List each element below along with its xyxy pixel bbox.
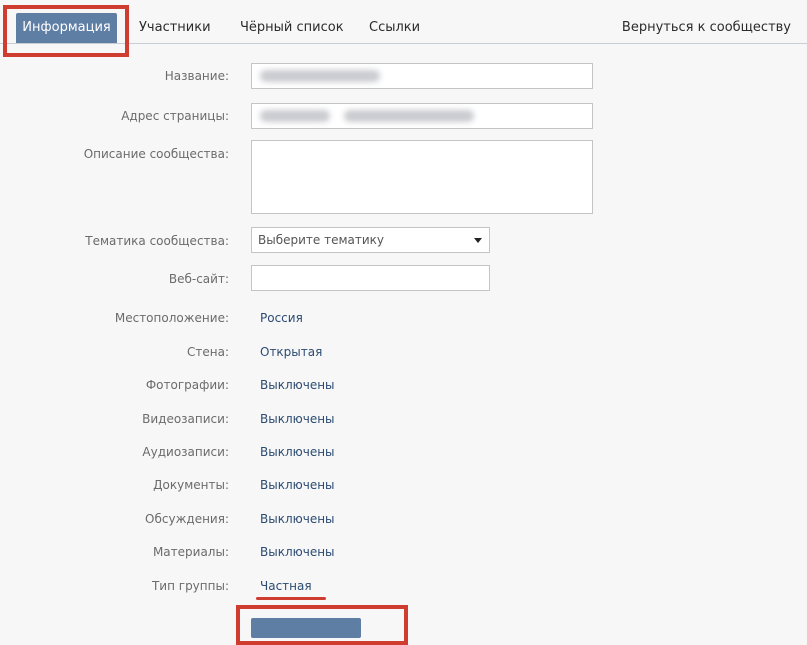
website-label: Веб-сайт: bbox=[168, 272, 229, 286]
tab-blacklist[interactable]: Чёрный список bbox=[240, 13, 344, 43]
tab-info[interactable]: Информация bbox=[16, 13, 117, 43]
wall-label: Стена: bbox=[187, 345, 229, 359]
back-to-community-link[interactable]: Вернуться к сообществу bbox=[622, 13, 791, 43]
description-label: Описание сообщества: bbox=[83, 147, 229, 161]
location-value[interactable]: Россия bbox=[260, 311, 303, 325]
videos-label: Видеозаписи: bbox=[142, 412, 229, 426]
discussions-label: Обсуждения: bbox=[145, 512, 229, 526]
name-label: Название: bbox=[164, 69, 229, 83]
wall-value[interactable]: Открытая bbox=[260, 345, 322, 359]
name-input[interactable] bbox=[251, 63, 593, 89]
tab-links[interactable]: Ссылки bbox=[369, 13, 420, 43]
documents-value[interactable]: Выключены bbox=[260, 478, 335, 492]
description-textarea[interactable] bbox=[251, 140, 593, 214]
videos-value[interactable]: Выключены bbox=[260, 412, 335, 426]
location-label: Местоположение: bbox=[114, 311, 229, 325]
blurred-address-text bbox=[344, 110, 474, 122]
topic-label: Тематика сообщества: bbox=[85, 234, 229, 248]
dropdown-arrow-icon bbox=[474, 238, 482, 243]
website-input[interactable] bbox=[251, 265, 490, 291]
tab-members[interactable]: Участники bbox=[139, 13, 211, 43]
photos-label: Фотографии: bbox=[145, 378, 229, 392]
materials-label: Материалы: bbox=[152, 545, 229, 559]
topic-select[interactable]: Выберите тематику bbox=[251, 227, 490, 253]
audio-value[interactable]: Выключены bbox=[260, 445, 335, 459]
blurred-address-prefix bbox=[260, 110, 330, 122]
address-label: Адрес страницы: bbox=[121, 109, 229, 123]
topic-select-value: Выберите тематику bbox=[258, 233, 385, 247]
save-button[interactable] bbox=[251, 618, 361, 638]
group-type-underline bbox=[256, 597, 326, 600]
audio-label: Аудиозаписи: bbox=[142, 445, 229, 459]
documents-label: Документы: bbox=[153, 478, 229, 492]
materials-value[interactable]: Выключены bbox=[260, 545, 335, 559]
photos-value[interactable]: Выключены bbox=[260, 378, 335, 392]
discussions-value[interactable]: Выключены bbox=[260, 512, 335, 526]
group-type-label: Тип группы: bbox=[151, 579, 229, 593]
address-input[interactable] bbox=[251, 103, 593, 129]
tab-bar: Информация Участники Чёрный список Ссылк… bbox=[0, 0, 807, 44]
group-type-value[interactable]: Частная bbox=[260, 579, 312, 593]
blurred-name-text bbox=[260, 70, 380, 82]
